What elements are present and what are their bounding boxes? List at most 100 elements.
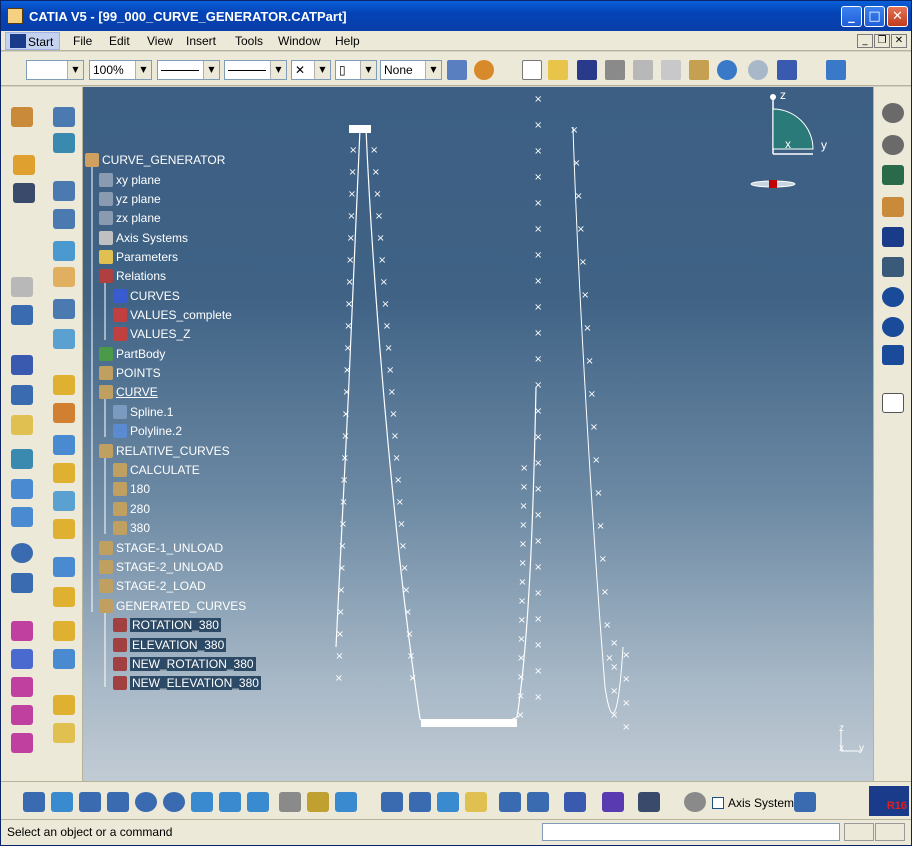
open-folder-icon[interactable] bbox=[548, 60, 568, 80]
menu-view[interactable]: View bbox=[147, 34, 173, 48]
axis-system-checkbox[interactable] bbox=[712, 797, 724, 809]
analysis-icon[interactable] bbox=[882, 165, 904, 185]
compass[interactable] bbox=[748, 89, 868, 199]
tree-node[interactable]: NEW_ELEVATION_380 bbox=[113, 675, 261, 692]
distance-analysis-icon[interactable] bbox=[527, 792, 549, 812]
tree-node[interactable]: 380 bbox=[113, 520, 150, 537]
close-button[interactable]: ✕ bbox=[887, 6, 908, 27]
apply-material-icon[interactable] bbox=[474, 60, 494, 80]
line-type-combo[interactable]: ▼ bbox=[224, 60, 287, 80]
tree-node[interactable]: RELATIVE_CURVES bbox=[99, 443, 230, 460]
grid-icon[interactable] bbox=[602, 792, 624, 812]
work-on-support-icon[interactable] bbox=[638, 792, 660, 812]
redo-icon[interactable] bbox=[748, 60, 768, 80]
part-design-icon[interactable] bbox=[882, 197, 904, 217]
plane-tool-icon[interactable] bbox=[53, 181, 75, 201]
polyline-icon[interactable] bbox=[11, 385, 33, 405]
tree-node[interactable]: STAGE-1_UNLOAD bbox=[99, 540, 223, 557]
tree-node[interactable]: 180 bbox=[113, 481, 150, 498]
tree-node[interactable]: Polyline.2 bbox=[113, 423, 182, 440]
tree-node[interactable]: xy plane bbox=[99, 172, 161, 189]
new-document-icon[interactable] bbox=[522, 60, 542, 80]
curve-display-icon[interactable] bbox=[409, 792, 431, 812]
point-symbol-combo[interactable]: ✕ ▼ bbox=[291, 60, 331, 80]
connect-checker-icon[interactable] bbox=[499, 792, 521, 812]
surface-icon[interactable] bbox=[11, 479, 33, 499]
sketch-icon[interactable] bbox=[11, 107, 33, 127]
render-style-combo[interactable]: ▯ ▼ bbox=[335, 60, 377, 80]
maximize-button[interactable]: □ bbox=[864, 6, 885, 27]
menu-edit[interactable]: Edit bbox=[109, 34, 130, 48]
tree-node[interactable]: NEW_ROTATION_380 bbox=[113, 656, 256, 673]
affinity-icon[interactable] bbox=[53, 695, 75, 715]
join-icon[interactable] bbox=[53, 435, 75, 455]
circle-icon[interactable] bbox=[11, 543, 33, 563]
network-icon[interactable] bbox=[882, 345, 904, 365]
hide-show-icon[interactable] bbox=[307, 792, 329, 812]
check-icon[interactable] bbox=[11, 733, 33, 753]
catalog-icon[interactable] bbox=[882, 257, 904, 277]
tree-node[interactable]: CALCULATE bbox=[113, 462, 200, 479]
paste-icon[interactable] bbox=[689, 60, 709, 80]
tree-node[interactable]: PartBody bbox=[99, 346, 165, 363]
title-bar[interactable]: CATIA V5 - [99_000_CURVE_GENERATOR.CATPa… bbox=[1, 1, 911, 31]
tree-node[interactable]: Axis Systems bbox=[99, 230, 188, 247]
tree-node[interactable]: CURVES bbox=[113, 288, 180, 305]
3d-viewport[interactable]: × × × × × × × × × × × × × × × × × × × × × × × × × × × × × × × × × × × × × × × ×… bbox=[83, 87, 873, 781]
menu-insert[interactable]: Insert bbox=[186, 34, 216, 48]
tree-node[interactable]: Parameters bbox=[99, 249, 178, 266]
doc-minimize-button[interactable]: _ bbox=[857, 34, 873, 48]
save-icon[interactable] bbox=[577, 60, 597, 80]
tree-node[interactable]: 280 bbox=[113, 501, 150, 518]
tree-node[interactable]: yz plane bbox=[99, 191, 161, 208]
menu-help[interactable]: Help bbox=[335, 34, 360, 48]
tree-options-icon[interactable] bbox=[794, 792, 816, 812]
projection-icon[interactable] bbox=[53, 209, 75, 229]
draft-analysis-icon[interactable] bbox=[564, 792, 586, 812]
fill-icon[interactable] bbox=[53, 375, 75, 395]
tree-node[interactable]: CURVE_GENERATOR bbox=[85, 152, 225, 169]
menu-start[interactable]: Start bbox=[5, 32, 61, 50]
gear-icon[interactable] bbox=[882, 103, 904, 123]
table-tool-icon[interactable] bbox=[11, 277, 33, 297]
error-command-button[interactable] bbox=[875, 823, 905, 841]
line-thickness-combo[interactable]: ▼ bbox=[157, 60, 220, 80]
offset-icon[interactable] bbox=[11, 449, 33, 469]
knowledge-icon[interactable] bbox=[11, 677, 33, 697]
undo-icon[interactable] bbox=[717, 60, 737, 80]
snap-icon[interactable] bbox=[13, 183, 35, 203]
tree-node[interactable]: CURVE bbox=[99, 384, 158, 401]
tree-node[interactable]: VALUES_Z bbox=[113, 326, 190, 343]
rule-icon[interactable] bbox=[11, 705, 33, 725]
tree-node[interactable]: VALUES_complete bbox=[113, 307, 232, 324]
rotate-view-icon[interactable] bbox=[107, 792, 129, 812]
shading-icon[interactable] bbox=[279, 792, 301, 812]
rotate-icon[interactable] bbox=[53, 587, 75, 607]
menu-window[interactable]: Window bbox=[278, 34, 321, 48]
law-icon[interactable] bbox=[11, 621, 33, 641]
minimize-button[interactable]: _ bbox=[841, 6, 862, 27]
tree-node[interactable]: ROTATION_380 bbox=[113, 617, 221, 634]
blend-icon[interactable] bbox=[53, 403, 75, 423]
curve-right[interactable] bbox=[572, 126, 624, 714]
workbench-icon[interactable] bbox=[826, 60, 846, 80]
painter-icon[interactable] bbox=[447, 60, 467, 80]
plane-icon[interactable] bbox=[11, 415, 33, 435]
fly-mode-icon[interactable] bbox=[23, 792, 45, 812]
measure-icon[interactable] bbox=[465, 792, 487, 812]
spline-curve-icon[interactable] bbox=[11, 573, 33, 593]
normal-view-icon[interactable] bbox=[191, 792, 213, 812]
zoom-out-icon[interactable] bbox=[163, 792, 185, 812]
tree-node[interactable]: Relations bbox=[99, 268, 166, 285]
power-input-field[interactable] bbox=[542, 823, 840, 841]
tree-node[interactable]: zx plane bbox=[99, 210, 161, 227]
axis-to-axis-icon[interactable] bbox=[53, 723, 75, 743]
gears-icon[interactable] bbox=[882, 135, 904, 155]
menu-tools[interactable]: Tools bbox=[235, 34, 263, 48]
iso-view-icon[interactable] bbox=[247, 792, 269, 812]
update-icon[interactable] bbox=[684, 792, 706, 812]
tree-node[interactable]: GENERATED_CURVES bbox=[99, 598, 246, 615]
transparency-combo[interactable]: 100% ▼ bbox=[89, 60, 152, 80]
cancel-command-button[interactable] bbox=[844, 823, 874, 841]
menu-file[interactable]: File bbox=[73, 34, 92, 48]
